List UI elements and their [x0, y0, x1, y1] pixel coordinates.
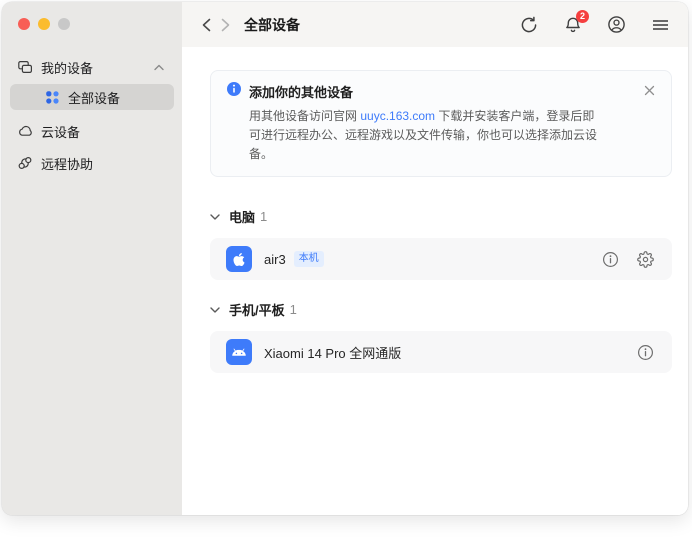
- toolbar-actions: 2: [519, 15, 670, 34]
- sidebar-item-label: 云设备: [41, 122, 80, 141]
- android-logo-icon: [226, 339, 252, 365]
- menu-icon[interactable]: [651, 15, 670, 34]
- fullscreen-window-button: [58, 18, 70, 30]
- device-info-icon[interactable]: [637, 344, 654, 361]
- grid-dots-icon: [44, 89, 60, 105]
- local-machine-badge: 本机: [294, 251, 324, 267]
- section-phones-header[interactable]: 手机/平板 1: [210, 300, 672, 319]
- chevron-down-icon: [210, 306, 220, 314]
- content: 添加你的其他设备 用其他设备访问官网 uuyc.163.com 下载并安装客户端…: [182, 47, 688, 373]
- account-icon[interactable]: [607, 15, 626, 34]
- cloud-icon: [17, 123, 33, 139]
- section-computers-header[interactable]: 电脑 1: [210, 207, 672, 226]
- section-count: 1: [290, 302, 297, 317]
- chevron-up-icon[interactable]: [151, 59, 167, 75]
- chevron-down-icon: [210, 213, 220, 221]
- traffic-lights: [2, 2, 182, 30]
- sidebar: 我的设备 全部设备: [2, 2, 182, 515]
- page-title: 全部设备: [244, 15, 300, 35]
- banner-body: 用其他设备访问官网 uuyc.163.com 下载并安装客户端，登录后即可进行远…: [249, 107, 627, 164]
- device-row-xiaomi[interactable]: Xiaomi 14 Pro 全网通版: [210, 331, 672, 373]
- remote-assist-icon: [17, 155, 33, 171]
- banner-close-icon[interactable]: [643, 84, 655, 96]
- add-device-banner: 添加你的其他设备 用其他设备访问官网 uuyc.163.com 下载并安装客户端…: [210, 70, 672, 177]
- device-name: Xiaomi 14 Pro 全网通版: [264, 343, 401, 362]
- website-link[interactable]: uuyc.163.com: [360, 109, 435, 123]
- section-label: 电脑: [229, 207, 255, 226]
- close-window-button[interactable]: [18, 18, 30, 30]
- device-name: air3: [264, 252, 286, 267]
- sidebar-item-remote-assist[interactable]: 远程协助: [10, 150, 174, 176]
- device-info-icon[interactable]: [602, 251, 619, 268]
- back-button[interactable]: [198, 16, 216, 34]
- refresh-icon[interactable]: [519, 15, 538, 34]
- toolbar: 全部设备 2: [182, 2, 688, 47]
- apple-logo-icon: [226, 246, 252, 272]
- sidebar-item-all-devices[interactable]: 全部设备: [10, 84, 174, 110]
- main-area: 全部设备 2: [182, 2, 688, 515]
- minimize-window-button[interactable]: [38, 18, 50, 30]
- notifications-bell-icon[interactable]: 2: [563, 15, 582, 34]
- banner-text: 用其他设备访问官网: [249, 109, 360, 123]
- info-icon: [227, 82, 241, 101]
- devices-icon: [17, 59, 33, 75]
- app-window: 我的设备 全部设备: [2, 2, 688, 515]
- section-label: 手机/平板: [229, 300, 285, 319]
- device-row-air3[interactable]: air3 本机: [210, 238, 672, 280]
- device-settings-gear-icon[interactable]: [637, 251, 654, 268]
- sidebar-item-my-devices[interactable]: 我的设备: [10, 54, 174, 80]
- sidebar-item-label: 远程协助: [41, 154, 93, 173]
- notification-count-badge: 2: [576, 10, 589, 23]
- sidebar-item-label: 我的设备: [41, 58, 93, 77]
- section-count: 1: [260, 209, 267, 224]
- forward-button[interactable]: [216, 16, 234, 34]
- sidebar-item-label: 全部设备: [68, 88, 120, 107]
- sidebar-nav: 我的设备 全部设备: [2, 54, 182, 176]
- sidebar-item-cloud-devices[interactable]: 云设备: [10, 118, 174, 144]
- banner-title: 添加你的其他设备: [249, 82, 353, 101]
